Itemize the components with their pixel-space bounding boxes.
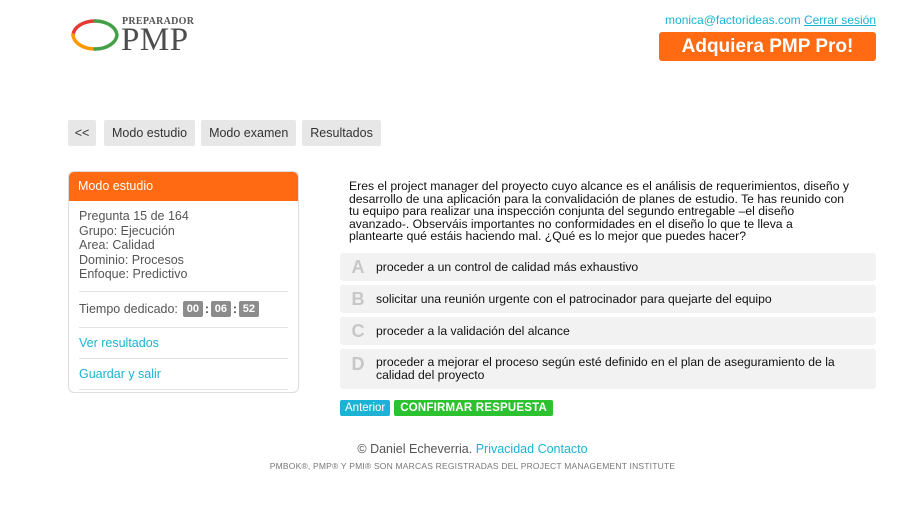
footer: © Daniel Echeverria. Privacidad Contacto: [0, 442, 900, 456]
answer-option-c[interactable]: C proceder a la validación del alcance: [340, 317, 876, 345]
answer-option-b[interactable]: B solicitar una reunión urgente con el p…: [340, 285, 876, 313]
question-meta: Pregunta 15 de 164 Grupo: Ejecución Area…: [69, 201, 298, 291]
answer-letter: C: [351, 320, 365, 341]
legal-notice: PMBOK®, PMP® Y PMI® SON MARCAS REGISTRAD…: [269, 461, 676, 471]
time-seconds: 52: [238, 301, 259, 317]
answer-text: solicitar una reunión urgente con el pat…: [376, 291, 772, 306]
tab-study-mode[interactable]: Modo estudio: [104, 120, 196, 146]
answer-list: A proceder a un control de calidad más e…: [340, 253, 876, 393]
mode-nav: << Modo estudio Modo examen Resultados: [68, 120, 381, 146]
time-hours: 00: [182, 301, 203, 317]
meta-area: Area: Calidad: [79, 238, 155, 252]
previous-button[interactable]: Anterior: [340, 400, 391, 416]
contact-link[interactable]: Contacto: [538, 442, 588, 456]
tab-exam-mode[interactable]: Modo examen: [201, 120, 297, 146]
meta-domain: Dominio: Procesos: [79, 252, 184, 267]
answer-letter: B: [351, 288, 365, 309]
view-results-link[interactable]: Ver resultados: [69, 328, 298, 358]
save-and-exit-link[interactable]: Guardar y salir: [69, 359, 298, 389]
divider: [79, 388, 288, 390]
answer-text: proceder a mejorar el proceso según esté…: [376, 355, 835, 382]
meta-group: Grupo: Ejecución: [79, 223, 175, 238]
answer-text: proceder a la validación del alcance: [376, 323, 570, 338]
answer-option-a[interactable]: A proceder a un control de calidad más e…: [340, 253, 876, 281]
question-actions: Anterior CONFIRMAR RESPUESTA: [340, 400, 553, 416]
logo[interactable]: PREPARADOR PMP: [70, 14, 200, 58]
back-button[interactable]: <<: [68, 120, 96, 146]
answer-text: proceder a un control de calidad más exh…: [376, 259, 639, 274]
time-spent: Tiempo dedicado: 00:06:52: [69, 292, 298, 327]
answer-option-d[interactable]: D proceder a mejorar el proceso según es…: [340, 349, 876, 389]
answer-letter: D: [351, 354, 365, 374]
panel-title: Modo estudio: [69, 172, 298, 201]
confirm-answer-button[interactable]: CONFIRMAR RESPUESTA: [394, 400, 553, 416]
question-text: Eres el project manager del proyecto cuy…: [349, 179, 849, 243]
upgrade-pro-button[interactable]: Adquiera PMP Pro!: [659, 32, 876, 61]
privacy-link[interactable]: Privacidad: [476, 442, 534, 456]
answer-letter: A: [351, 256, 365, 277]
logo-wordmark: PMP: [121, 22, 189, 58]
tab-results[interactable]: Resultados: [302, 120, 381, 146]
study-panel: Modo estudio Pregunta 15 de 164 Grupo: E…: [68, 171, 299, 393]
copyright: © Daniel Echeverria.: [357, 442, 473, 456]
time-label: Tiempo dedicado:: [79, 302, 178, 316]
question-counter: Pregunta 15 de 164: [79, 209, 189, 223]
user-email: monica@factorideas.com: [665, 13, 801, 27]
logout-link[interactable]: Cerrar sesión: [804, 13, 876, 27]
user-info: monica@factorideas.com Cerrar sesión: [665, 13, 876, 27]
logo-ring-icon: [71, 19, 119, 51]
time-minutes: 06: [210, 301, 231, 317]
meta-approach: Enfoque: Predictivo: [79, 267, 188, 281]
